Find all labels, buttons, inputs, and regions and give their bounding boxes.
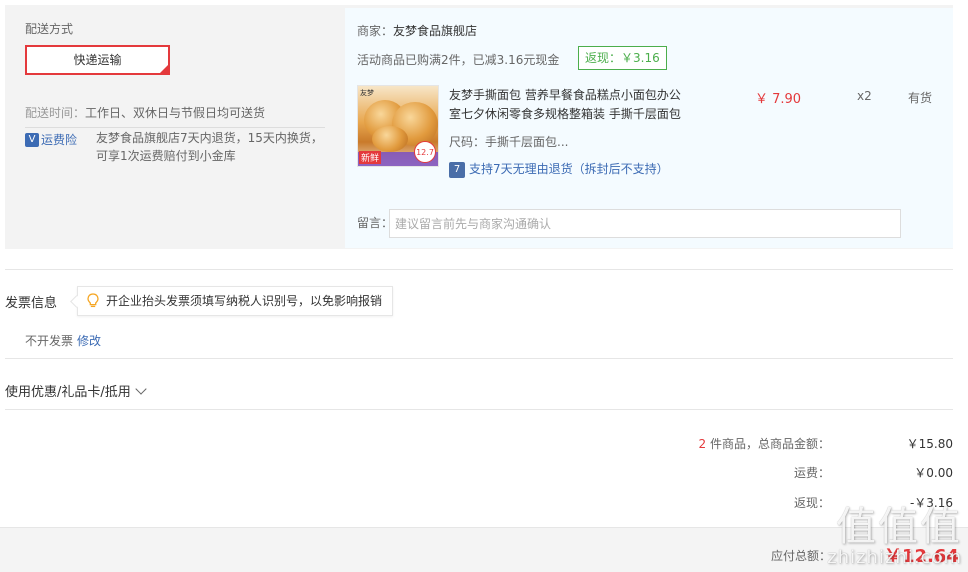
freight-insurance[interactable]: V 运费险 (25, 131, 77, 148)
coupon-toggle[interactable]: 使用优惠/礼品卡/抵用 (5, 381, 147, 400)
image-price-bubble: 12.7 (414, 141, 436, 163)
bread-roll-shape (372, 126, 408, 152)
shield-v-icon: V (25, 132, 39, 147)
product-size: 尺码：手撕千层面包... (449, 135, 569, 149)
coupon-label: 使用优惠/礼品卡/抵用 (5, 385, 131, 400)
invoice-edit-link[interactable]: 修改 (77, 332, 101, 349)
product-title-link[interactable]: 友梦手撕面包 营养早餐食品糕点小面包办公室七夕休闲零食多规格整箱装 手撕千层面包 (449, 86, 689, 124)
promo-text: 活动商品已购满2件，已减3.16元现金 (357, 53, 560, 67)
product-stock: 有货 (908, 91, 933, 105)
message-input[interactable] (389, 209, 901, 238)
freight-label: 运费： (793, 466, 830, 480)
invoice-tip-text: 开企业抬头发票须填写纳税人识别号，以免影响报销 (106, 294, 383, 308)
pay-total-value: ￥12.64 (884, 546, 959, 567)
delivery-time: 配送时间：工作日、双休日与节假日均可送货 (25, 104, 265, 121)
check-icon: ✓ (160, 63, 167, 72)
rebate-label: 返现： (793, 496, 830, 510)
fresh-tag: 新鲜 (359, 151, 382, 164)
goods-label: 件商品，总商品金额： (706, 437, 830, 451)
product-quantity: x2 (857, 89, 872, 103)
pay-total-label: 应付总额： (771, 549, 832, 563)
rebate-badge: 返现：￥3.16 (578, 46, 667, 70)
section-divider (5, 269, 953, 270)
return-policy[interactable]: 7 支持7天无理由退货（拆封后不支持） (449, 160, 669, 178)
product-image[interactable]: 友梦 新鲜 12.7 (357, 85, 439, 167)
goods-total-value: ￥15.80 (906, 437, 953, 451)
section-divider (5, 358, 953, 359)
chevron-down-icon (135, 383, 147, 395)
delivery-time-label: 配送时间： (25, 106, 86, 120)
return-7day-icon: 7 (449, 161, 465, 178)
brand-logo: 友梦 (360, 89, 374, 97)
lightbulb-icon (87, 293, 99, 308)
goods-total-label: 2 件商品，总商品金额： (640, 435, 830, 452)
delivery-time-value: 工作日、双休日与节假日均可送货 (85, 106, 266, 120)
merchant: 商家：友梦食品旗舰店 (357, 22, 477, 39)
shipping-divider (25, 127, 325, 128)
shipping-method-express-button[interactable]: 快递运输 ✓ (25, 45, 170, 75)
merchant-label: 商家： (357, 24, 394, 38)
merchant-name[interactable]: 友梦食品旗舰店 (393, 24, 477, 38)
freight-insurance-desc: 友梦食品旗舰店7天内退货，15天内换货，可享1次运费赔付到小金库 (96, 131, 323, 163)
shipping-method-label: 快递运输 (73, 53, 122, 67)
freight-insurance-label[interactable]: 运费险 (41, 133, 77, 147)
freight-value: ￥0.00 (914, 466, 953, 480)
invoice-status: 不开发票 (25, 334, 74, 348)
invoice-title: 发票信息 (5, 296, 58, 311)
product-price: ￥ 7.90 (755, 92, 802, 107)
section-divider (5, 409, 953, 410)
rebate-value: -￥3.16 (909, 496, 953, 510)
message-label: 留言： (357, 216, 394, 230)
shipping-title: 配送方式 (25, 22, 74, 36)
invoice-tip: 开企业抬头发票须填写纳税人识别号，以免影响报销 (77, 286, 394, 316)
return-policy-text: 支持7天无理由退货（拆封后不支持） (469, 162, 669, 176)
